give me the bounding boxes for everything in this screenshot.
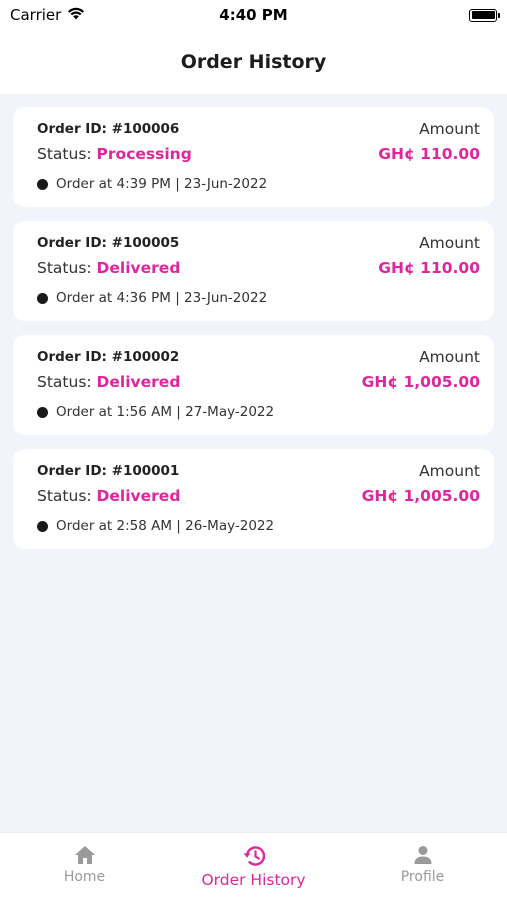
amount-value: GH¢ 110.00 bbox=[378, 145, 480, 163]
order-timestamp: Order at 4:39 PM | 23-Jun-2022 bbox=[56, 176, 268, 192]
wifi-icon bbox=[67, 6, 85, 24]
status-prefix: Status: bbox=[37, 145, 97, 163]
person-icon bbox=[413, 845, 433, 865]
battery-icon bbox=[469, 8, 500, 22]
order-timestamp: Order at 4:36 PM | 23-Jun-2022 bbox=[56, 290, 268, 306]
amount-label: Amount bbox=[419, 120, 480, 138]
bullet-dot-icon bbox=[37, 178, 48, 190]
status-line: Status: Delivered bbox=[37, 259, 180, 277]
order-card[interactable]: Order ID: #100006 Amount Status: Process… bbox=[13, 107, 494, 207]
amount-value: GH¢ 1,005.00 bbox=[361, 373, 480, 391]
carrier-info: Carrier bbox=[10, 6, 85, 24]
order-card[interactable]: Order ID: #100002 Amount Status: Deliver… bbox=[13, 335, 494, 435]
order-card[interactable]: Order ID: #100005 Amount Status: Deliver… bbox=[13, 221, 494, 321]
status-value: Delivered bbox=[96, 373, 181, 391]
home-icon bbox=[74, 845, 96, 865]
status-value: Delivered bbox=[96, 487, 181, 505]
status-bar: Carrier 4:40 PM bbox=[0, 0, 507, 30]
amount-value: GH¢ 110.00 bbox=[378, 259, 480, 277]
status-prefix: Status: bbox=[37, 373, 97, 391]
carrier-name: Carrier bbox=[10, 6, 62, 24]
amount-label: Amount bbox=[419, 462, 480, 480]
tab-profile-label: Profile bbox=[400, 869, 445, 885]
tab-home-label: Home bbox=[63, 869, 106, 885]
status-line: Status: Processing bbox=[37, 145, 192, 163]
order-id: Order ID: #100005 bbox=[37, 235, 180, 251]
bottom-tab-bar: Home Order History Profile bbox=[0, 832, 507, 900]
order-timestamp: Order at 2:58 AM | 26-May-2022 bbox=[56, 518, 275, 534]
nav-header: Order History bbox=[0, 30, 507, 94]
status-prefix: Status: bbox=[37, 259, 97, 277]
tab-order-history[interactable]: Order History bbox=[174, 845, 334, 889]
status-prefix: Status: bbox=[37, 487, 97, 505]
order-history-screen: Carrier 4:40 PM Order History Order ID: … bbox=[0, 0, 507, 900]
order-card[interactable]: Order ID: #100001 Amount Status: Deliver… bbox=[13, 449, 494, 549]
tab-home[interactable]: Home bbox=[5, 845, 165, 885]
history-icon bbox=[242, 845, 266, 867]
order-list: Order ID: #100006 Amount Status: Process… bbox=[0, 94, 507, 832]
bullet-dot-icon bbox=[37, 520, 48, 532]
amount-label: Amount bbox=[419, 348, 480, 366]
amount-value: GH¢ 1,005.00 bbox=[361, 487, 480, 505]
bullet-dot-icon bbox=[37, 406, 48, 418]
tab-profile[interactable]: Profile bbox=[343, 845, 503, 885]
order-id: Order ID: #100006 bbox=[37, 121, 180, 137]
amount-label: Amount bbox=[419, 234, 480, 252]
tab-order-history-label: Order History bbox=[201, 871, 306, 889]
order-timestamp: Order at 1:56 AM | 27-May-2022 bbox=[56, 404, 275, 420]
bullet-dot-icon bbox=[37, 292, 48, 304]
order-id: Order ID: #100001 bbox=[37, 463, 180, 479]
status-value: Processing bbox=[96, 145, 192, 163]
page-title: Order History bbox=[180, 51, 327, 73]
order-id: Order ID: #100002 bbox=[37, 349, 180, 365]
status-line: Status: Delivered bbox=[37, 487, 180, 505]
status-line: Status: Delivered bbox=[37, 373, 180, 391]
status-value: Delivered bbox=[96, 259, 181, 277]
